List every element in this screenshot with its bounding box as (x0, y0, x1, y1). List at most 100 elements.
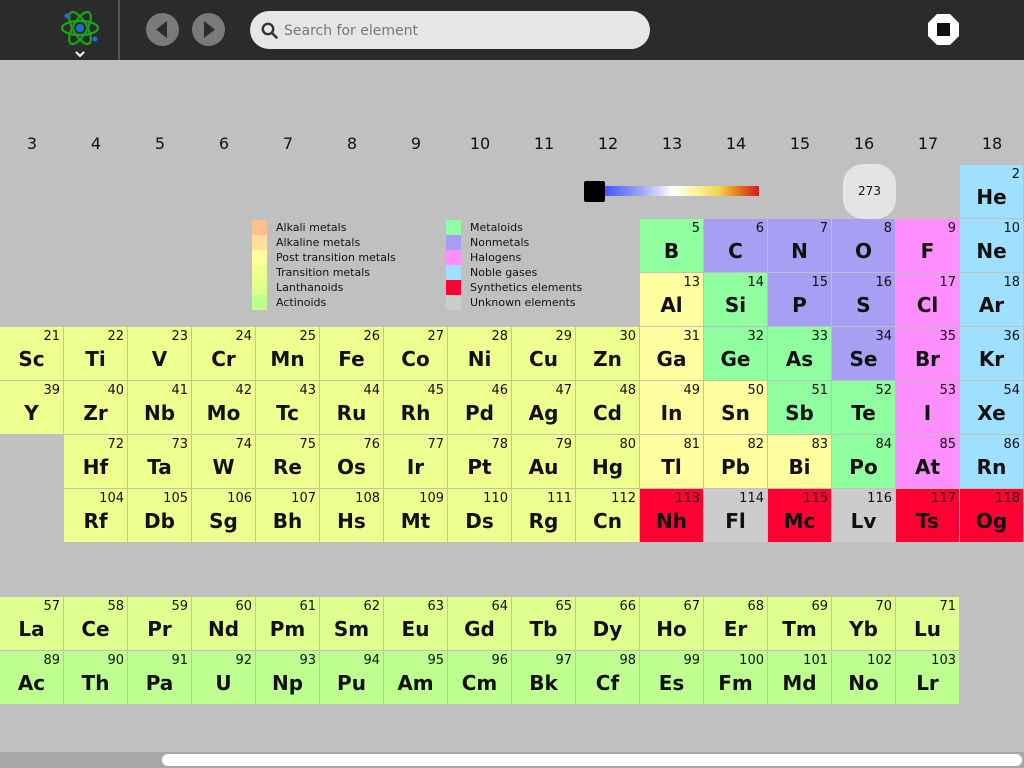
element-tile[interactable]: 32 Ge (704, 327, 767, 380)
stop-button[interactable] (927, 13, 960, 46)
element-tile[interactable]: 59 Pr (128, 597, 191, 650)
element-tile[interactable]: 78 Pt (448, 435, 511, 488)
element-tile[interactable]: 53 I (896, 381, 959, 434)
element-tile[interactable]: 69 Tm (768, 597, 831, 650)
element-tile[interactable]: 112 Cn (576, 489, 639, 542)
element-tile[interactable]: 45 Rh (384, 381, 447, 434)
element-tile[interactable]: 47 Ag (512, 381, 575, 434)
element-tile[interactable]: 35 Br (896, 327, 959, 380)
element-tile[interactable]: 54 Xe (960, 381, 1023, 434)
element-tile[interactable]: 75 Re (256, 435, 319, 488)
element-tile[interactable]: 72 Hf (64, 435, 127, 488)
element-tile[interactable]: 98 Cf (576, 651, 639, 704)
element-tile[interactable]: 111 Rg (512, 489, 575, 542)
element-tile[interactable]: 29 Cu (512, 327, 575, 380)
element-tile[interactable]: 5B (640, 219, 703, 272)
element-tile[interactable]: 108 Hs (320, 489, 383, 542)
element-tile[interactable]: 79 Au (512, 435, 575, 488)
element-tile[interactable]: 10 Ne (960, 219, 1023, 272)
element-tile[interactable]: 16 S (832, 273, 895, 326)
element-tile[interactable]: 33 As (768, 327, 831, 380)
element-tile[interactable]: 34 Se (832, 327, 895, 380)
element-tile[interactable]: 92 U (192, 651, 255, 704)
element-tile[interactable]: 30 Zn (576, 327, 639, 380)
element-tile[interactable]: 13 Al (640, 273, 703, 326)
element-tile[interactable]: 26 Fe (320, 327, 383, 380)
element-tile[interactable]: 107 Bh (256, 489, 319, 542)
element-tile[interactable]: 113 Nh (640, 489, 703, 542)
temperature-slider[interactable] (584, 181, 760, 202)
element-tile[interactable]: 27 Co (384, 327, 447, 380)
element-tile[interactable]: 115 Mc (768, 489, 831, 542)
element-tile[interactable]: 22 Ti (64, 327, 127, 380)
element-tile[interactable]: 81 Tl (640, 435, 703, 488)
forward-button[interactable] (192, 13, 225, 46)
element-tile[interactable]: 31 Ga (640, 327, 703, 380)
element-tile[interactable]: 43 Tc (256, 381, 319, 434)
element-tile[interactable]: 114 Fl (704, 489, 767, 542)
element-tile[interactable]: 77 Ir (384, 435, 447, 488)
element-tile[interactable]: 17 Cl (896, 273, 959, 326)
element-tile[interactable]: 63 Eu (384, 597, 447, 650)
element-tile[interactable]: 41 Nb (128, 381, 191, 434)
element-tile[interactable]: 8O (832, 219, 895, 272)
element-tile[interactable]: 70 Yb (832, 597, 895, 650)
element-tile[interactable]: 28 Ni (448, 327, 511, 380)
element-tile[interactable]: 80 Hg (576, 435, 639, 488)
element-tile[interactable]: 116 Lv (832, 489, 895, 542)
element-tile[interactable]: 44 Ru (320, 381, 383, 434)
back-button[interactable] (146, 13, 179, 46)
element-tile[interactable]: 48 Cd (576, 381, 639, 434)
element-tile[interactable]: 65 Tb (512, 597, 575, 650)
element-tile[interactable]: 36 Kr (960, 327, 1023, 380)
element-tile[interactable]: 39 Y (0, 381, 63, 434)
element-tile[interactable]: 9F (896, 219, 959, 272)
element-tile[interactable]: 89 Ac (0, 651, 63, 704)
element-tile[interactable]: 101 Md (768, 651, 831, 704)
temperature-slider-handle[interactable] (584, 181, 605, 202)
element-tile[interactable]: 76 Os (320, 435, 383, 488)
element-tile[interactable]: 83 Bi (768, 435, 831, 488)
search-input[interactable] (282, 11, 646, 51)
element-tile[interactable]: 118 Og (960, 489, 1023, 542)
horizontal-scrollbar[interactable] (0, 752, 1024, 768)
element-tile[interactable]: 102 No (832, 651, 895, 704)
atom-icon[interactable] (58, 6, 102, 58)
scrollbar-thumb[interactable] (162, 754, 1022, 766)
element-tile[interactable]: 25 Mn (256, 327, 319, 380)
element-tile[interactable]: 7N (768, 219, 831, 272)
element-tile[interactable]: 49 In (640, 381, 703, 434)
element-tile[interactable]: 67 Ho (640, 597, 703, 650)
element-tile[interactable]: 42 Mo (192, 381, 255, 434)
element-tile[interactable]: 105 Db (128, 489, 191, 542)
element-tile[interactable]: 73 Ta (128, 435, 191, 488)
element-tile[interactable]: 97 Bk (512, 651, 575, 704)
element-tile[interactable]: 15 P (768, 273, 831, 326)
element-tile[interactable]: 93 Np (256, 651, 319, 704)
element-tile[interactable]: 21 Sc (0, 327, 63, 380)
element-tile[interactable]: 64 Gd (448, 597, 511, 650)
element-tile[interactable]: 23 V (128, 327, 191, 380)
element-tile[interactable]: 50 Sn (704, 381, 767, 434)
element-tile[interactable]: 68 Er (704, 597, 767, 650)
element-tile[interactable]: 106 Sg (192, 489, 255, 542)
element-tile[interactable]: 82 Pb (704, 435, 767, 488)
element-tile[interactable]: 109 Mt (384, 489, 447, 542)
element-tile[interactable]: 62 Sm (320, 597, 383, 650)
element-tile[interactable]: 85 At (896, 435, 959, 488)
element-tile[interactable]: 71 Lu (896, 597, 959, 650)
element-tile[interactable]: 2 He (960, 165, 1023, 218)
element-tile[interactable]: 95 Am (384, 651, 447, 704)
element-tile[interactable]: 60 Nd (192, 597, 255, 650)
element-tile[interactable]: 14 Si (704, 273, 767, 326)
element-tile[interactable]: 6C (704, 219, 767, 272)
search-box[interactable] (250, 11, 650, 51)
element-tile[interactable]: 86 Rn (960, 435, 1023, 488)
element-tile[interactable]: 100 Fm (704, 651, 767, 704)
element-tile[interactable]: 74 W (192, 435, 255, 488)
element-tile[interactable]: 51 Sb (768, 381, 831, 434)
element-tile[interactable]: 40 Zr (64, 381, 127, 434)
element-tile[interactable]: 24 Cr (192, 327, 255, 380)
element-tile[interactable]: 46 Pd (448, 381, 511, 434)
element-tile[interactable]: 84 Po (832, 435, 895, 488)
